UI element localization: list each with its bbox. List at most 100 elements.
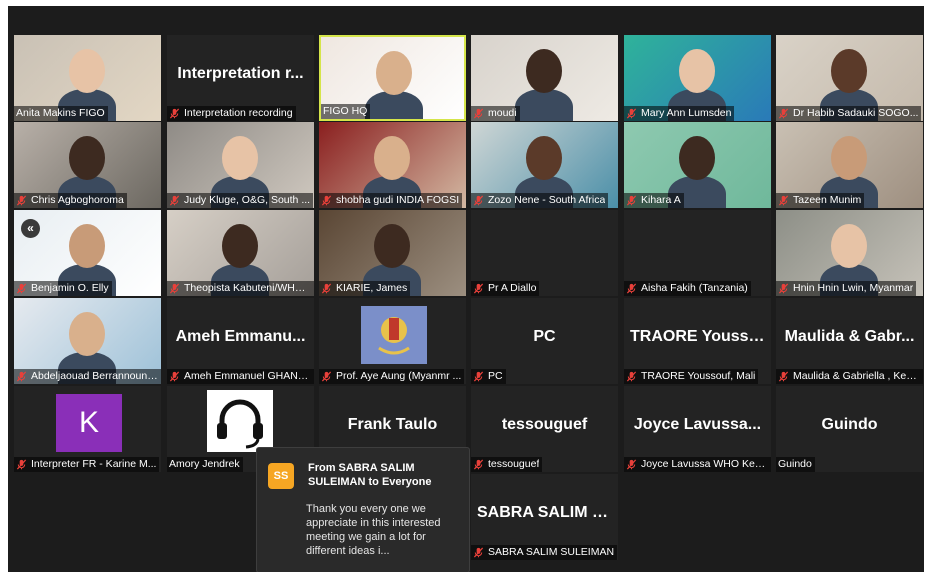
participant-name: SABRA SALIM SULEIMAN <box>488 546 615 558</box>
participant-tile[interactable]: KIARIE, James <box>319 210 466 296</box>
muted-mic-icon <box>473 108 484 119</box>
participant-name: Zozo Nene - South Africa <box>488 194 606 206</box>
muted-mic-icon <box>16 459 27 470</box>
participant-name-label: Kihara A <box>624 193 684 208</box>
participant-tile[interactable]: FIGO HQ <box>319 35 466 121</box>
participant-tile[interactable]: Joyce Lavussa... Joyce Lavussa WHO Kenya <box>624 386 771 472</box>
muted-mic-icon <box>473 459 484 470</box>
participant-name: Maulida & Gabriella , Ken... <box>793 370 920 382</box>
participant-name-label: tessouguef <box>471 457 543 472</box>
participant-display-name: Frank Taulo <box>347 416 438 433</box>
participant-tile[interactable]: Tazeen Munim <box>776 122 923 208</box>
participant-name: Interpretation recording <box>184 107 293 119</box>
participant-tile[interactable]: Chris Agboghoroma <box>14 122 161 208</box>
headset-icon <box>207 390 273 452</box>
participant-name-label: shobha gudi INDIA FOGSI <box>319 193 463 208</box>
muted-mic-icon <box>626 371 637 382</box>
participant-name: Anita Makins FIGO <box>16 107 105 119</box>
participant-tile[interactable]: moudi <box>471 35 618 121</box>
participant-display-name: Maulida & Gabr... <box>784 328 915 345</box>
participant-display-name: SABRA SALIM S... <box>477 504 616 521</box>
participant-name-label: Mary Ann Lumsden <box>624 106 735 121</box>
participant-display-name: Guindo <box>821 416 878 433</box>
chat-sender-line: From SABRA SALIM SULEIMAN to Everyone <box>308 462 432 488</box>
participant-name: TRAORE Youssouf, Mali <box>641 370 756 382</box>
participant-name-label: Interpreter FR - Karine M... <box>14 457 160 472</box>
participant-avatar: K <box>56 394 122 452</box>
muted-mic-icon <box>626 195 637 206</box>
collapse-gallery-button[interactable]: « <box>21 219 40 238</box>
participant-name-label: Chris Agboghoroma <box>14 193 127 208</box>
muted-mic-icon <box>321 371 332 382</box>
participant-display-name: Joyce Lavussa... <box>633 416 762 433</box>
muted-mic-icon <box>778 371 789 382</box>
participant-tile[interactable]: PC PC <box>471 298 618 384</box>
emblem-icon <box>361 306 427 364</box>
participant-tile[interactable]: Guindo Guindo <box>776 386 923 472</box>
participant-name-label: TRAORE Youssouf, Mali <box>624 369 759 384</box>
participant-name-label: FIGO HQ <box>321 104 371 119</box>
participant-tile[interactable]: Ameh Emmanu... Ameh Emmanuel GHANA... <box>167 298 314 384</box>
participant-tile[interactable]: shobha gudi INDIA FOGSI <box>319 122 466 208</box>
participant-tile[interactable]: Zozo Nene - South Africa <box>471 122 618 208</box>
participant-name: shobha gudi INDIA FOGSI <box>336 194 460 206</box>
participant-tile[interactable]: Maulida & Gabr... Maulida & Gabriella , K… <box>776 298 923 384</box>
chat-notification[interactable]: SS From SABRA SALIM SULEIMAN to Everyone… <box>256 447 470 572</box>
participant-tile[interactable]: TRAORE Yousso... TRAORE Youssouf, Mali <box>624 298 771 384</box>
participant-name: Aisha Fakih (Tanzania) <box>641 282 748 294</box>
participant-name: Abdeljaouad Berrannoun ... <box>31 370 158 382</box>
muted-mic-icon <box>626 283 637 294</box>
participant-name: Ameh Emmanuel GHANA... <box>184 370 311 382</box>
participant-tile[interactable]: K Interpreter FR - Karine M... <box>14 386 161 472</box>
participant-name-label: Maulida & Gabriella , Ken... <box>776 369 923 384</box>
participant-tile[interactable]: Judy Kluge, O&G, South ... <box>167 122 314 208</box>
participant-name: Chris Agboghoroma <box>31 194 124 206</box>
participant-name-label: Abdeljaouad Berrannoun ... <box>14 369 161 384</box>
muted-mic-icon <box>321 195 332 206</box>
participant-tile[interactable]: Mary Ann Lumsden <box>624 35 771 121</box>
participant-tile[interactable]: Hnin Hnin Lwin, Myanmar <box>776 210 923 296</box>
participant-tile[interactable]: Dr Habib Sadauki SOGO... <box>776 35 923 121</box>
participant-name: PC <box>488 370 503 382</box>
muted-mic-icon <box>626 459 637 470</box>
participant-name: Benjamin O. Elly <box>31 282 109 294</box>
muted-mic-icon <box>16 283 27 294</box>
participant-tile[interactable]: Interpretation r... Interpretation record… <box>167 35 314 121</box>
participant-tile[interactable]: tessouguef tessouguef <box>471 386 618 472</box>
meeting-window: Anita Makins FIGO Interpretation r... Inte… <box>8 6 924 572</box>
participant-tile[interactable]: Pr A Diallo <box>471 210 618 296</box>
participant-name: tessouguef <box>488 458 540 470</box>
participant-name-label: SABRA SALIM SULEIMAN <box>471 545 618 560</box>
muted-mic-icon <box>169 108 180 119</box>
muted-mic-icon <box>16 371 27 382</box>
participant-name-label: Benjamin O. Elly <box>14 281 112 296</box>
participant-tile[interactable]: Prof. Aye Aung (Myanmr ... <box>319 298 466 384</box>
participant-tile[interactable]: Aisha Fakih (Tanzania) <box>624 210 771 296</box>
participant-tile[interactable]: Abdeljaouad Berrannoun ... <box>14 298 161 384</box>
chat-message-text: Thank you every one we appreciate in thi… <box>306 503 441 557</box>
participant-tile[interactable]: SABRA SALIM S... SABRA SALIM SULEIMAN <box>471 474 618 560</box>
participant-display-name: tessouguef <box>501 416 588 433</box>
participant-display-name: TRAORE Yousso... <box>630 328 771 345</box>
participant-tile[interactable]: Benjamin O. Elly « <box>14 210 161 296</box>
muted-mic-icon <box>321 283 332 294</box>
participant-name: Tazeen Munim <box>793 194 862 206</box>
participant-name-label: Theopista Kabuteni/WHO... <box>167 281 314 296</box>
participant-name: Amory Jendrek <box>169 458 240 470</box>
participant-name-label: Interpretation recording <box>167 106 296 121</box>
participant-name: Mary Ann Lumsden <box>641 107 732 119</box>
muted-mic-icon <box>16 195 27 206</box>
muted-mic-icon <box>778 195 789 206</box>
participant-name: KIARIE, James <box>336 282 408 294</box>
participant-name: Interpreter FR - Karine M... <box>31 458 157 470</box>
participant-name: Judy Kluge, O&G, South ... <box>184 194 311 206</box>
muted-mic-icon <box>169 371 180 382</box>
participant-name-label: PC <box>471 369 506 384</box>
participant-name-label: Dr Habib Sadauki SOGO... <box>776 106 922 121</box>
participant-tile[interactable]: Anita Makins FIGO <box>14 35 161 121</box>
participant-tile[interactable]: Theopista Kabuteni/WHO... <box>167 210 314 296</box>
muted-mic-icon <box>473 283 484 294</box>
participant-name: Hnin Hnin Lwin, Myanmar <box>793 282 914 294</box>
participant-name: Guindo <box>778 458 812 470</box>
participant-tile[interactable]: Kihara A <box>624 122 771 208</box>
